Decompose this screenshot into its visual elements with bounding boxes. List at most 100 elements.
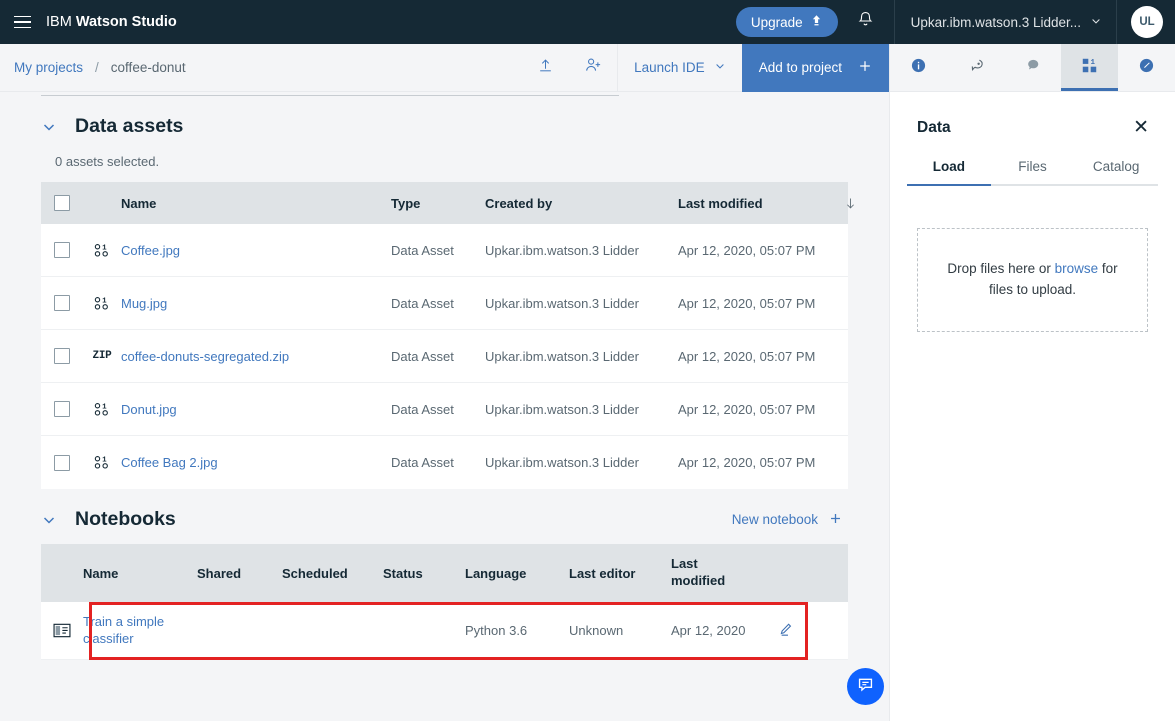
table-row[interactable]: 1 Coffee Bag 2.jpg Data Asset Upkar.ibm.wat… — [41, 436, 848, 489]
asset-name-cell: Coffee Bag 2.jpg — [121, 455, 391, 470]
column-header-last-editor[interactable]: Last editor — [569, 566, 671, 581]
subtab-load[interactable]: Load — [907, 159, 991, 186]
column-header-last-modified[interactable]: Last modified — [671, 556, 771, 590]
tab-information[interactable] — [890, 44, 947, 91]
launch-ide-label: Launch IDE — [634, 60, 705, 75]
last-modified-line-2: modified — [671, 573, 726, 588]
account-name: Upkar.ibm.watson.3 Lidder... — [910, 14, 1081, 30]
binary-data-asset-icon: 1 — [83, 243, 121, 258]
subtab-files[interactable]: Files — [990, 159, 1075, 186]
asset-name-cell: Coffee.jpg — [121, 243, 391, 258]
sort-descending-arrow-icon[interactable] — [843, 196, 858, 211]
chevron-down-icon[interactable] — [41, 119, 57, 135]
asset-name-link[interactable]: Mug.jpg — [121, 296, 167, 311]
table-row[interactable]: 1 Mug.jpg Data Asset Upkar.ibm.watson.3 Lid… — [41, 277, 848, 330]
column-header-language[interactable]: Language — [465, 566, 569, 581]
column-header-scheduled[interactable]: Scheduled — [282, 566, 383, 581]
asset-name-cell: coffee-donuts-segregated.zip — [121, 349, 391, 364]
add-collaborator-button[interactable] — [569, 44, 617, 92]
upload-button[interactable] — [521, 44, 569, 92]
table-row[interactable]: 1 Donut.jpg Data Asset Upkar.ibm.watson.3 L… — [41, 383, 848, 436]
row-checkbox[interactable] — [54, 401, 70, 417]
file-dropzone[interactable]: Drop files here or browse for files to u… — [917, 228, 1148, 332]
asset-created-by-cell: Upkar.ibm.watson.3 Lidder — [485, 455, 639, 470]
subtab-catalog[interactable]: Catalog — [1074, 159, 1159, 186]
notebook-language-cell: Python 3.6 — [465, 623, 528, 638]
chevron-down-icon — [1090, 15, 1102, 30]
chat-bubble-icon — [856, 675, 875, 699]
panel-header: Data ✕ — [890, 92, 1175, 137]
header-right-group: Upgrade Upkar.ibm.watson.3 Lidder... UL — [735, 0, 1175, 44]
data-assets-table-header: Name Type Created by Last modified — [41, 182, 854, 224]
notifications-button[interactable] — [838, 0, 894, 44]
page-title: Data assets — [75, 115, 184, 137]
add-to-project-button[interactable]: Add to project — [741, 43, 889, 92]
chat-support-button[interactable] — [847, 668, 884, 705]
plus-icon — [829, 512, 842, 528]
table-row[interactable]: ZIP coffee-donuts-segregated.zip Data Asse… — [41, 330, 848, 383]
tab-data-assets[interactable]: 1 — [1061, 44, 1118, 91]
avatar[interactable]: UL — [1131, 6, 1163, 38]
asset-last-modified-cell: Apr 12, 2020, 05:07 PM — [678, 295, 816, 311]
pencil-circle-icon — [1138, 57, 1155, 79]
row-checkbox-cell — [41, 348, 83, 364]
assets-selected-status: 0 assets selected. — [55, 154, 160, 169]
column-header-created-by[interactable]: Created by — [485, 196, 678, 211]
notebook-row-wrapper: Train a simple classifier Python 3.6 Unkno… — [41, 602, 848, 660]
asset-name-link[interactable]: Coffee.jpg — [121, 243, 180, 258]
breadcrumb-separator: / — [95, 60, 99, 75]
column-header-status[interactable]: Status — [383, 566, 465, 581]
account-menu[interactable]: Upkar.ibm.watson.3 Lidder... — [893, 0, 1117, 44]
watson-studio-app: IBM Watson Studio Upgrade Upkar.ibm.wats… — [0, 0, 1175, 721]
column-header-type[interactable]: Type — [391, 196, 485, 211]
asset-name-link[interactable]: Coffee Bag 2.jpg — [121, 455, 218, 470]
notebook-last-editor-cell: Unknown — [569, 623, 624, 638]
column-header-name[interactable]: Name — [83, 566, 197, 581]
data-assets-table: Name Type Created by Last modified 1 Coff… — [41, 182, 854, 489]
tab-add-comment[interactable] — [947, 44, 1004, 91]
notebooks-rows: Train a simple classifier Python 3.6 Unkno… — [41, 602, 848, 660]
browse-link[interactable]: browse — [1055, 261, 1099, 276]
breadcrumb-my-projects[interactable]: My projects — [14, 60, 83, 75]
select-all-checkbox[interactable] — [54, 195, 70, 211]
row-checkbox[interactable] — [54, 348, 70, 364]
table-row[interactable]: Train a simple classifier Python 3.6 Unkno… — [41, 602, 848, 660]
tab-editor[interactable] — [1118, 44, 1175, 91]
tab-comments[interactable] — [1004, 44, 1061, 91]
upgrade-button[interactable]: Upgrade — [735, 7, 838, 37]
notification-bell-icon — [856, 10, 875, 34]
chevron-down-icon — [714, 60, 726, 75]
table-row[interactable]: 1 Coffee.jpg Data Asset Upkar.ibm.watson.3 … — [41, 224, 848, 277]
panel-title: Data — [917, 118, 951, 136]
comment-add-icon — [967, 56, 985, 79]
notebook-icon — [41, 623, 83, 638]
notebook-name-link[interactable]: Train a simple classifier — [83, 614, 164, 646]
breadcrumb-current-project: coffee-donut — [110, 60, 186, 75]
launch-ide-button[interactable]: Launch IDE — [617, 43, 742, 92]
row-checkbox[interactable] — [54, 242, 70, 258]
row-checkbox[interactable] — [54, 295, 70, 311]
asset-name-link[interactable]: coffee-donuts-segregated.zip — [121, 349, 289, 364]
right-side-panel: 1 Data ✕ Load Files Catalog Drop files h… — [889, 44, 1175, 721]
zip-file-icon: ZIP — [92, 350, 112, 362]
column-header-shared[interactable]: Shared — [197, 566, 282, 581]
close-icon[interactable]: ✕ — [1133, 118, 1149, 137]
column-header-last-modified[interactable]: Last modified — [678, 196, 843, 211]
new-notebook-button[interactable]: New notebook — [732, 512, 842, 528]
hamburger-menu-icon[interactable] — [0, 0, 44, 44]
action-bar-buttons: Launch IDE Add to project — [521, 43, 889, 92]
chevron-down-icon[interactable] — [41, 512, 57, 528]
asset-name-link[interactable]: Donut.jpg — [121, 402, 177, 417]
row-checkbox-cell — [41, 295, 83, 311]
notebooks-table-header: Name Shared Scheduled Status Language La… — [41, 544, 848, 602]
column-header-name[interactable]: Name — [121, 196, 391, 211]
row-checkbox[interactable] — [54, 454, 70, 471]
add-user-icon — [584, 56, 602, 79]
notebook-edit-button[interactable] — [771, 621, 848, 641]
app-brand: IBM Watson Studio — [46, 14, 177, 30]
breadcrumb: My projects / coffee-donut — [0, 60, 186, 75]
data-assets-section-header: Data assets — [0, 96, 889, 138]
panel-icon-tabs: 1 — [890, 44, 1175, 92]
asset-created-by-cell: Upkar.ibm.watson.3 Lidder — [485, 348, 639, 364]
row-checkbox-cell — [41, 401, 83, 417]
